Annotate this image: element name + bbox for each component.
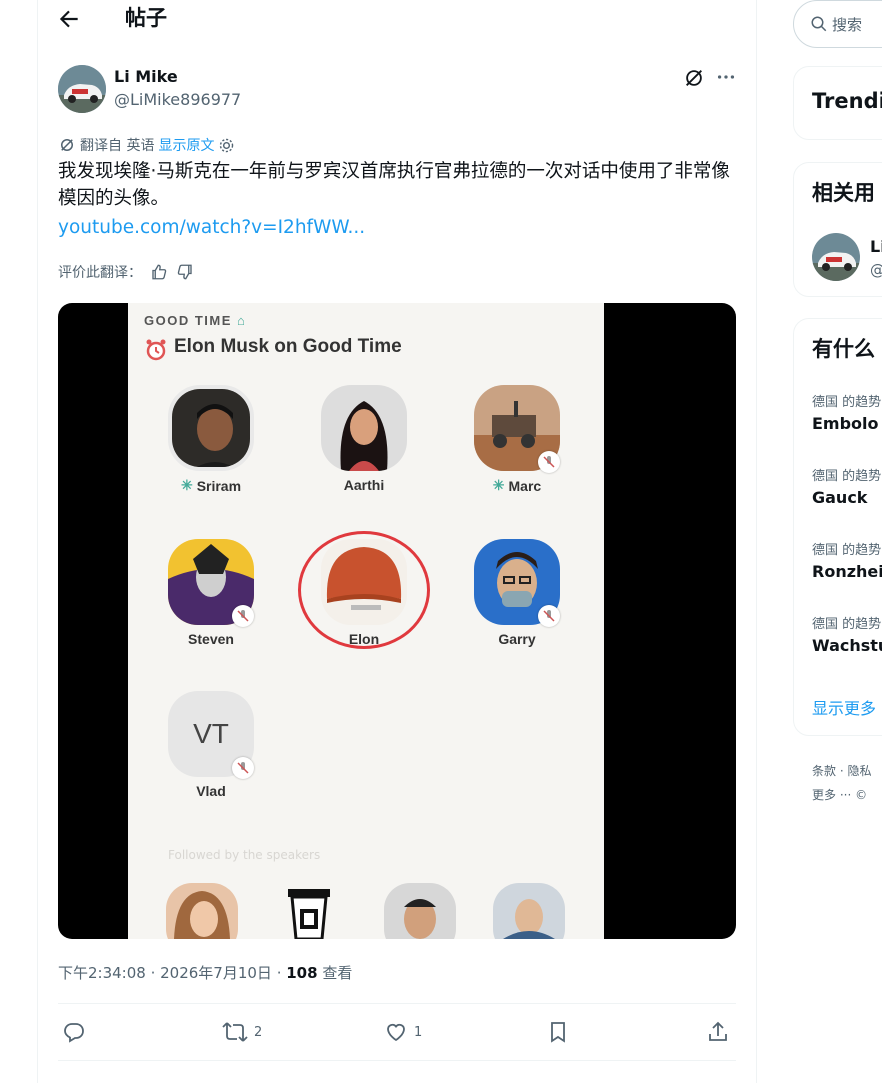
sriram-avatar <box>168 385 254 471</box>
reply-button[interactable] <box>62 1020 86 1044</box>
trash-bin-avatar <box>288 889 330 939</box>
show-original-link[interactable]: 显示原文 <box>158 135 214 155</box>
views-label: 查看 <box>317 964 353 982</box>
bookmark-icon <box>551 1022 565 1043</box>
back-arrow-icon[interactable] <box>56 6 82 32</box>
clubhouse-room-screenshot: GOOD TIME ⌂ Elon Musk on Good Time ✳ Srir… <box>128 303 604 939</box>
vlad-initials: VT <box>193 718 229 749</box>
translation-info: 翻译自 英语 显示原文 <box>58 135 235 155</box>
speaker-steven: Steven <box>146 539 276 647</box>
retweet-count: 2 <box>254 1024 263 1040</box>
heart-icon <box>387 1023 405 1042</box>
speaker-name: Sriram <box>196 477 242 494</box>
followed-by-speakers-label: Followed by the speakers <box>168 848 321 862</box>
muted-mic-icon <box>538 451 560 473</box>
retweet-button[interactable]: 2 <box>222 1020 262 1044</box>
elon-avatar <box>321 539 407 625</box>
timestamp[interactable]: 下午2:34:08 · 2026年7月10日 · <box>58 964 286 982</box>
aarthi-avatar <box>321 385 407 471</box>
moderator-badge-icon: ✳ <box>180 477 193 493</box>
reply-icon <box>64 1023 84 1043</box>
like-count: 1 <box>414 1024 423 1040</box>
listener-avatar-3 <box>384 883 456 939</box>
speaker-marc: ✳ Marc <box>452 385 582 494</box>
like-button[interactable]: 1 <box>384 1020 422 1044</box>
speaker-vlad: VT Vlad <box>146 691 276 799</box>
room-label: GOOD TIME ⌂ <box>144 313 247 328</box>
muted-mic-icon <box>232 605 254 627</box>
search-icon <box>811 16 827 32</box>
moderator-badge-icon: ✳ <box>492 477 505 493</box>
retweet-icon <box>222 1022 248 1042</box>
tweet-link[interactable]: youtube.com/watch?v=I2hfWW... <box>58 217 365 238</box>
views-count: 108 <box>286 964 318 982</box>
tweet-meta: 下午2:34:08 · 2026年7月10日 · 108 查看 <box>58 962 352 983</box>
footer-more[interactable]: 更多 ··· © <box>812 786 867 803</box>
more-options-icon[interactable] <box>714 66 738 88</box>
speaker-aarthi: Aarthi <box>299 385 429 493</box>
speaker-garry: Garry <box>452 539 582 647</box>
author-avatar[interactable] <box>58 65 106 113</box>
share-icon <box>709 1021 727 1041</box>
tweet-text: 我发现埃隆·马斯克在一年前与罗宾汉首席执行官弗拉德的一次对话中使用了非常像模因的… <box>58 161 730 209</box>
divider <box>58 1060 736 1061</box>
speaker-elon: Elon <box>298 531 430 649</box>
whats-happening-title: 有什么 <box>812 337 875 361</box>
footer-links[interactable]: 条款 · 隐私 <box>812 762 871 779</box>
page-title: 帖子 <box>125 6 167 30</box>
speaker-name: Marc <box>508 477 542 494</box>
rate-translation-label: 评价此翻译： <box>58 265 142 281</box>
muted-mic-icon <box>232 757 254 779</box>
trend-item[interactable]: 德国 的趋势 Ronzhei <box>812 539 882 581</box>
speaker-name: Garry <box>498 631 536 647</box>
trend-item[interactable]: 德国 的趋势 Wachstu <box>812 613 882 655</box>
translate-icon <box>61 139 73 151</box>
trending-card: Trendi <box>793 66 882 140</box>
related-people-card: 相关用 Li @ <box>793 162 882 297</box>
house-icon: ⌂ <box>237 313 247 328</box>
bookmark-button[interactable] <box>546 1020 570 1044</box>
related-title: 相关用 <box>812 181 875 205</box>
video-media[interactable]: GOOD TIME ⌂ Elon Musk on Good Time ✳ Srir… <box>58 303 736 939</box>
author-name[interactable]: Li Mike <box>114 67 178 86</box>
muted-mic-icon <box>538 605 560 627</box>
translated-from-label: 翻译自 英语 <box>80 138 155 154</box>
grok-icon[interactable] <box>682 67 706 89</box>
speaker-name: Aarthi <box>343 477 385 493</box>
share-button[interactable] <box>706 1020 730 1044</box>
room-title: Elon Musk on Good Time <box>174 336 402 357</box>
gear-icon[interactable] <box>218 137 235 154</box>
listener-avatar-1 <box>166 883 238 939</box>
car-avatar-image <box>58 65 106 113</box>
speaker-sriram: ✳ Sriram <box>146 385 276 494</box>
related-user-name[interactable]: Li <box>870 237 882 256</box>
thumbs-up-icon[interactable] <box>150 263 168 281</box>
related-user-handle[interactable]: @ <box>870 261 882 279</box>
speaker-name: Vlad <box>196 783 226 799</box>
divider <box>58 1003 736 1004</box>
show-more-link[interactable]: 显示更多 <box>812 695 876 719</box>
rate-translation: 评价此翻译： <box>58 262 194 282</box>
main-column: 帖子 Li Mike @LiMike896977 翻译自 英语 显示原文 我发现… <box>37 0 757 1083</box>
listener-avatar-4 <box>493 883 565 939</box>
trending-title: Trendi <box>812 89 882 113</box>
search-placeholder[interactable]: 搜索 <box>832 14 862 35</box>
thumbs-down-icon[interactable] <box>176 263 194 281</box>
alarm-clock-icon <box>146 339 166 361</box>
trend-item[interactable]: 德国 的趋势 Gauck <box>812 465 881 507</box>
whats-happening-card: 有什么 德国 的趋势 Embolo 德国 的趋势 Gauck 德国 的趋势 Ronzh… <box>793 318 882 736</box>
speaker-name: Steven <box>188 631 234 647</box>
related-user-avatar[interactable] <box>812 233 860 281</box>
author-handle[interactable]: @LiMike896977 <box>114 90 241 109</box>
trend-item[interactable]: 德国 的趋势 Embolo <box>812 391 881 433</box>
